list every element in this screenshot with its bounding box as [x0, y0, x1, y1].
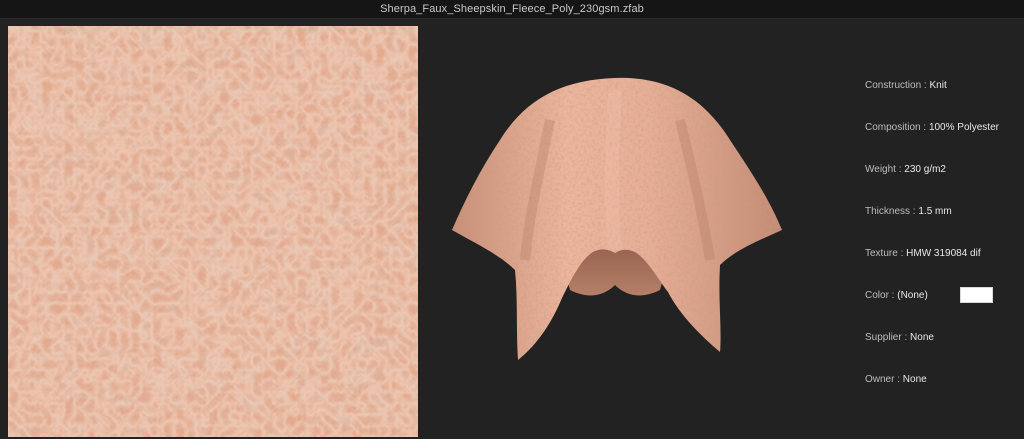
property-value: None [910, 331, 934, 343]
property-value: Knit [929, 79, 947, 91]
property-thickness: Thickness : 1.5 mm [865, 205, 952, 217]
property-label: Thickness [865, 205, 911, 217]
property-value: 100% Polyester [928, 121, 999, 133]
property-value: HMW 319084 dif [906, 247, 981, 259]
color-swatch[interactable] [959, 287, 993, 303]
property-value: 230 g/m2 [904, 163, 946, 175]
property-label: Supplier [865, 331, 902, 343]
fabric-viewer: Sherpa_Faux_Sheepskin_Fleece_Poly_230gsm… [0, 0, 1024, 439]
property-texture: Texture : HMW 319084 dif [865, 247, 981, 259]
title-bar: Sherpa_Faux_Sheepskin_Fleece_Poly_230gsm… [0, 0, 1024, 19]
draped-fabric-preview [430, 60, 800, 380]
property-value: (None) [897, 289, 928, 301]
window-title: Sherpa_Faux_Sheepskin_Fleece_Poly_230gsm… [380, 3, 644, 15]
property-construction: Construction : Knit [865, 79, 947, 91]
property-label: Texture [865, 247, 898, 259]
property-label: Color [865, 289, 889, 301]
property-label: Composition [865, 121, 921, 133]
fabric-texture-swatch [8, 26, 418, 437]
property-owner: Owner : None [865, 373, 927, 385]
property-composition: Composition : 100% Polyester [865, 121, 999, 133]
drape-3d-render [452, 77, 782, 361]
property-label: Owner [865, 373, 895, 385]
property-supplier: Supplier : None [865, 331, 934, 343]
fabric-texture-image [8, 26, 418, 437]
property-weight: Weight : 230 g/m2 [865, 163, 946, 175]
property-label: Weight [865, 163, 896, 175]
property-color: Color : (None) [865, 287, 993, 303]
property-value: None [902, 373, 927, 385]
property-label: Construction [865, 79, 922, 91]
property-value: 1.5 mm [918, 205, 952, 217]
